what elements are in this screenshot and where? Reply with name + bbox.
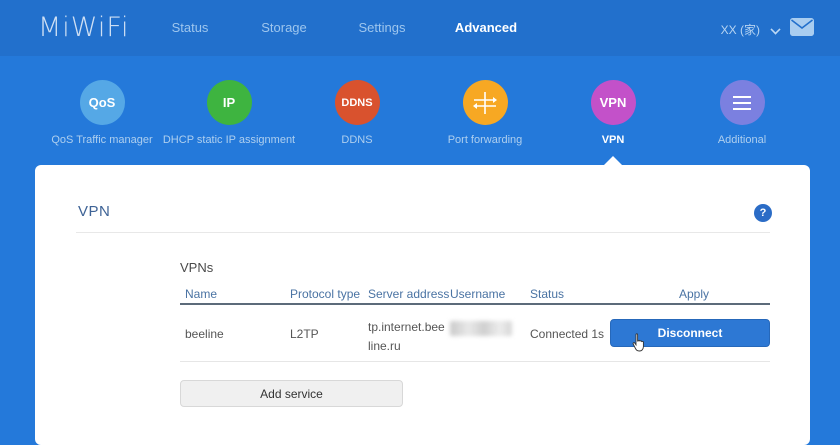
account-menu[interactable]: XX (家) [721, 21, 760, 38]
advanced-item-additional[interactable]: Additional [657, 80, 827, 146]
ddns-icon: DDNS [335, 80, 380, 125]
disconnect-button[interactable]: Disconnect [610, 319, 770, 347]
vpn-protocol-cell: L2TP [290, 327, 319, 341]
vpn-username-redacted [450, 321, 512, 336]
vpn-status-cell: Connected 1s [530, 327, 604, 341]
vpns-section-heading: VPNs [180, 260, 213, 275]
miwifi-advanced-vpn-page: { "header": { "logo": "MiWiFi", "nav": [… [0, 0, 840, 419]
qos-badge-text: QoS [89, 95, 116, 110]
column-header-server: Server address [368, 287, 449, 301]
ip-icon: IP [207, 80, 252, 125]
column-header-name: Name [185, 287, 217, 301]
vpn-icon: VPN [591, 80, 636, 125]
mail-icon[interactable] [790, 18, 814, 36]
column-header-protocol: Protocol type [290, 287, 360, 301]
column-header-status: Status [530, 287, 564, 301]
miwifi-logo: MiWiFi [38, 12, 129, 43]
port-forwarding-crosshair-icon [463, 80, 508, 125]
tab-advanced[interactable]: Advanced [455, 20, 517, 35]
vpn-name-cell: beeline [185, 327, 224, 341]
row-divider [180, 361, 770, 362]
add-service-button[interactable]: Add service [180, 380, 403, 407]
vpn-badge-text: VPN [600, 95, 627, 110]
ip-badge-text: IP [223, 95, 235, 110]
vpn-panel: VPN ? VPNs Name Protocol type Server add… [35, 165, 810, 445]
vpn-server-cell: tp.internet.beeline.ru [368, 318, 446, 355]
page-title: VPN [78, 203, 110, 220]
tab-status[interactable]: Status [172, 20, 209, 35]
chevron-down-icon[interactable] [771, 25, 780, 34]
tab-storage[interactable]: Storage [261, 20, 307, 35]
active-tab-pointer [604, 156, 622, 165]
advanced-item-label: Additional [657, 134, 827, 146]
title-divider [76, 232, 770, 233]
tab-settings[interactable]: Settings [359, 20, 406, 35]
menu-lines-icon [720, 80, 765, 125]
column-header-username: Username [450, 287, 505, 301]
qos-icon: QoS [80, 80, 125, 125]
table-header-underline [180, 303, 770, 305]
top-header-bar: MiWiFi Status Storage Settings Advanced … [0, 0, 840, 56]
help-icon[interactable]: ? [754, 204, 772, 222]
ddns-badge-text: DDNS [341, 97, 372, 109]
column-header-apply: Apply [679, 287, 709, 301]
